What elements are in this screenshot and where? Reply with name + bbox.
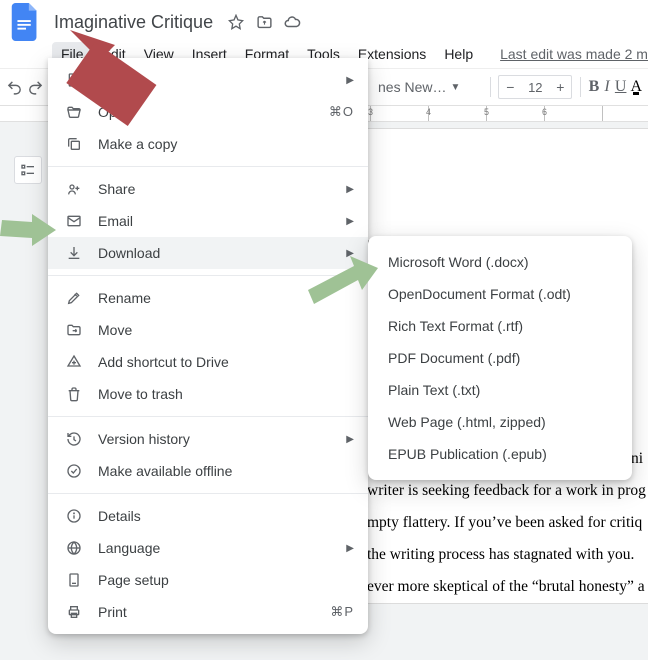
font-size-value[interactable]: 12 — [521, 80, 549, 95]
menu-item-label: New — [98, 72, 332, 88]
underline-button[interactable]: U — [615, 78, 627, 96]
file-menu-open[interactable]: Open ⌘O — [48, 96, 368, 128]
submenu-arrow-icon: ▶ — [346, 434, 354, 445]
menu-item-label: Page setup — [98, 572, 354, 588]
submenu-arrow-icon: ▶ — [346, 543, 354, 554]
menu-separator — [48, 275, 368, 276]
text-color-button[interactable]: A — [630, 78, 642, 96]
menu-item-label: Version history — [98, 431, 332, 447]
file-menu-email[interactable]: Email ▶ — [48, 205, 368, 237]
add-shortcut-icon — [64, 352, 84, 372]
menu-separator — [48, 493, 368, 494]
submenu-arrow-icon: ▶ — [346, 184, 354, 195]
move-folder-icon[interactable] — [255, 13, 273, 31]
history-icon — [64, 429, 84, 449]
italic-button[interactable]: I — [603, 78, 611, 96]
menu-item-label: Share — [98, 181, 332, 197]
star-icon[interactable] — [227, 13, 245, 31]
download-option[interactable]: EPUB Publication (.epub) — [368, 438, 632, 470]
menu-shortcut: ⌘O — [329, 104, 354, 120]
menu-item-label: Move to trash — [98, 386, 354, 402]
doc-line: ever more skeptical of the “brutal hones… — [367, 571, 648, 603]
menu-item-label: Rename — [98, 290, 354, 306]
menu-item-label: Add shortcut to Drive — [98, 354, 354, 370]
menu-help[interactable]: Help — [435, 42, 482, 66]
submenu-arrow-icon: ▶ — [346, 216, 354, 227]
doc-line: mpty flattery. If you’ve been asked for … — [367, 507, 648, 539]
outline-toggle[interactable] — [14, 156, 42, 184]
undo-button[interactable] — [6, 73, 23, 101]
file-menu-make-available-offline[interactable]: Make available offline — [48, 455, 368, 487]
font-family-label: nes New… — [378, 79, 446, 95]
submenu-arrow-icon: ▶ — [346, 75, 354, 86]
font-size-plus[interactable]: + — [549, 76, 571, 98]
share-icon — [64, 179, 84, 199]
email-icon — [64, 211, 84, 231]
file-menu-page-setup[interactable]: Page setup — [48, 564, 368, 596]
ruler-tick: 3 — [368, 107, 373, 117]
file-menu-share[interactable]: Share ▶ — [48, 173, 368, 205]
menu-separator — [48, 166, 368, 167]
file-menu-details[interactable]: Details — [48, 500, 368, 532]
download-option[interactable]: Web Page (.html, zipped) — [368, 406, 632, 438]
trash-icon — [64, 384, 84, 404]
font-size-minus[interactable]: − — [499, 76, 521, 98]
file-menu-new[interactable]: New ▶ — [48, 64, 368, 96]
offline-icon — [64, 461, 84, 481]
last-edit-link[interactable]: Last edit was made 2 minutes — [500, 46, 648, 62]
menu-separator — [48, 416, 368, 417]
file-menu-move[interactable]: Move — [48, 314, 368, 346]
title-bar: Imaginative Critique — [0, 0, 648, 40]
file-menu-add-shortcut-to-drive[interactable]: Add shortcut to Drive — [48, 346, 368, 378]
file-menu-make-a-copy[interactable]: Make a copy — [48, 128, 368, 160]
info-icon — [64, 506, 84, 526]
menu-item-label: Details — [98, 508, 354, 524]
file-menu-language[interactable]: Language ▶ — [48, 532, 368, 564]
bold-button[interactable]: B — [589, 78, 600, 96]
document-title[interactable]: Imaginative Critique — [50, 10, 217, 35]
download-option[interactable]: PDF Document (.pdf) — [368, 342, 632, 374]
menu-item-label: Make a copy — [98, 136, 354, 152]
rename-icon — [64, 288, 84, 308]
submenu-arrow-icon: ▶ — [346, 248, 354, 259]
file-menu-version-history[interactable]: Version history ▶ — [48, 423, 368, 455]
copy-icon — [64, 134, 84, 154]
file-menu-move-to-trash[interactable]: Move to trash — [48, 378, 368, 410]
doc-icon — [64, 70, 84, 90]
download-option[interactable]: OpenDocument Format (.odt) — [368, 278, 632, 310]
download-icon — [64, 243, 84, 263]
menu-item-label: Email — [98, 213, 332, 229]
menu-item-label: Language — [98, 540, 332, 556]
menu-shortcut: ⌘P — [330, 604, 354, 620]
chevron-down-icon: ▼ — [450, 82, 460, 93]
font-size-stepper[interactable]: − 12 + — [498, 75, 572, 99]
download-option[interactable]: Microsoft Word (.docx) — [368, 246, 632, 278]
file-menu-download[interactable]: Download ▶ — [48, 237, 368, 269]
file-menu-rename[interactable]: Rename — [48, 282, 368, 314]
folder-open-icon — [64, 102, 84, 122]
menu-item-label: Move — [98, 322, 354, 338]
font-family-select[interactable]: nes New… ▼ — [372, 79, 482, 95]
redo-button[interactable] — [27, 73, 44, 101]
ruler-tick: 4 — [426, 107, 431, 117]
menu-item-label: Print — [98, 604, 316, 620]
download-option[interactable]: Plain Text (.txt) — [368, 374, 632, 406]
page-setup-icon — [64, 570, 84, 590]
cloud-status-icon[interactable] — [283, 13, 301, 31]
file-menu-print[interactable]: Print ⌘P — [48, 596, 368, 628]
menu-item-label: Open — [98, 104, 315, 120]
doc-line: the writing process has stagnated with y… — [367, 539, 648, 571]
download-option[interactable]: Rich Text Format (.rtf) — [368, 310, 632, 342]
move-icon — [64, 320, 84, 340]
ruler-tick: 5 — [484, 107, 489, 117]
ruler-tick: 6 — [542, 107, 547, 117]
file-menu-dropdown: New▶Open⌘OMake a copyShare▶Email▶Downloa… — [48, 58, 368, 634]
print-icon — [64, 602, 84, 622]
download-submenu: Microsoft Word (.docx)OpenDocument Forma… — [368, 236, 632, 480]
globe-icon — [64, 538, 84, 558]
menu-item-label: Make available offline — [98, 463, 354, 479]
docs-logo-icon[interactable] — [8, 4, 44, 40]
menu-item-label: Download — [98, 245, 332, 261]
